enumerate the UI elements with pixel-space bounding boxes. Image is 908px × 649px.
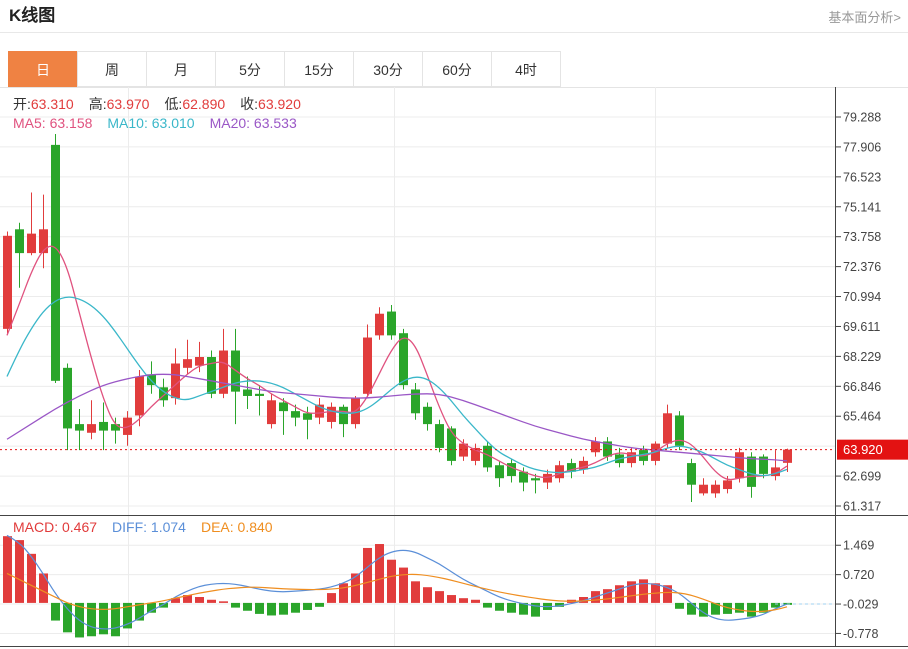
svg-text:63.920: 63.920 — [843, 442, 883, 457]
tab-4时[interactable]: 4时 — [491, 51, 561, 87]
page-title: K线图 — [9, 6, 56, 25]
svg-text:65.464: 65.464 — [843, 410, 881, 424]
svg-text:-0.778: -0.778 — [843, 627, 878, 641]
tab-月[interactable]: 月 — [146, 51, 216, 87]
svg-text:1.469: 1.469 — [843, 539, 874, 553]
svg-text:0.720: 0.720 — [843, 568, 874, 582]
svg-text:69.611: 69.611 — [843, 320, 880, 334]
interval-tabs: 日周月 5分 15分 30分 60分 4时 — [8, 51, 908, 87]
tab-60分[interactable]: 60分 — [422, 51, 492, 87]
tab-5分[interactable]: 5分 — [215, 51, 285, 87]
svg-text:77.906: 77.906 — [843, 140, 881, 154]
tab-周[interactable]: 周 — [77, 51, 147, 87]
svg-text:68.229: 68.229 — [843, 350, 881, 364]
tab-15分[interactable]: 15分 — [284, 51, 354, 87]
svg-text:75.141: 75.141 — [843, 200, 881, 214]
chart-canvas[interactable]: 79.288 77.906 76.523 75.141 73.758 72.376 70.9… — [0, 87, 908, 648]
tab-日[interactable]: 日 — [8, 51, 78, 87]
svg-text:61.317: 61.317 — [843, 499, 881, 513]
svg-text:62.699: 62.699 — [843, 470, 881, 484]
svg-text:73.758: 73.758 — [843, 230, 881, 244]
svg-text:66.846: 66.846 — [843, 380, 881, 394]
svg-text:72.376: 72.376 — [843, 260, 881, 274]
header-bar: K线图 基本面分析> — [0, 0, 908, 33]
kline-chart: 79.288 77.906 76.523 75.141 73.758 72.376 70.9… — [0, 87, 908, 648]
fundamental-analysis-link[interactable]: 基本面分析> — [828, 7, 901, 26]
tab-30分[interactable]: 30分 — [353, 51, 423, 87]
svg-text:76.523: 76.523 — [843, 170, 881, 184]
svg-text:-0.029: -0.029 — [843, 598, 878, 612]
svg-text:70.994: 70.994 — [843, 290, 881, 304]
svg-text:79.288: 79.288 — [843, 111, 881, 125]
